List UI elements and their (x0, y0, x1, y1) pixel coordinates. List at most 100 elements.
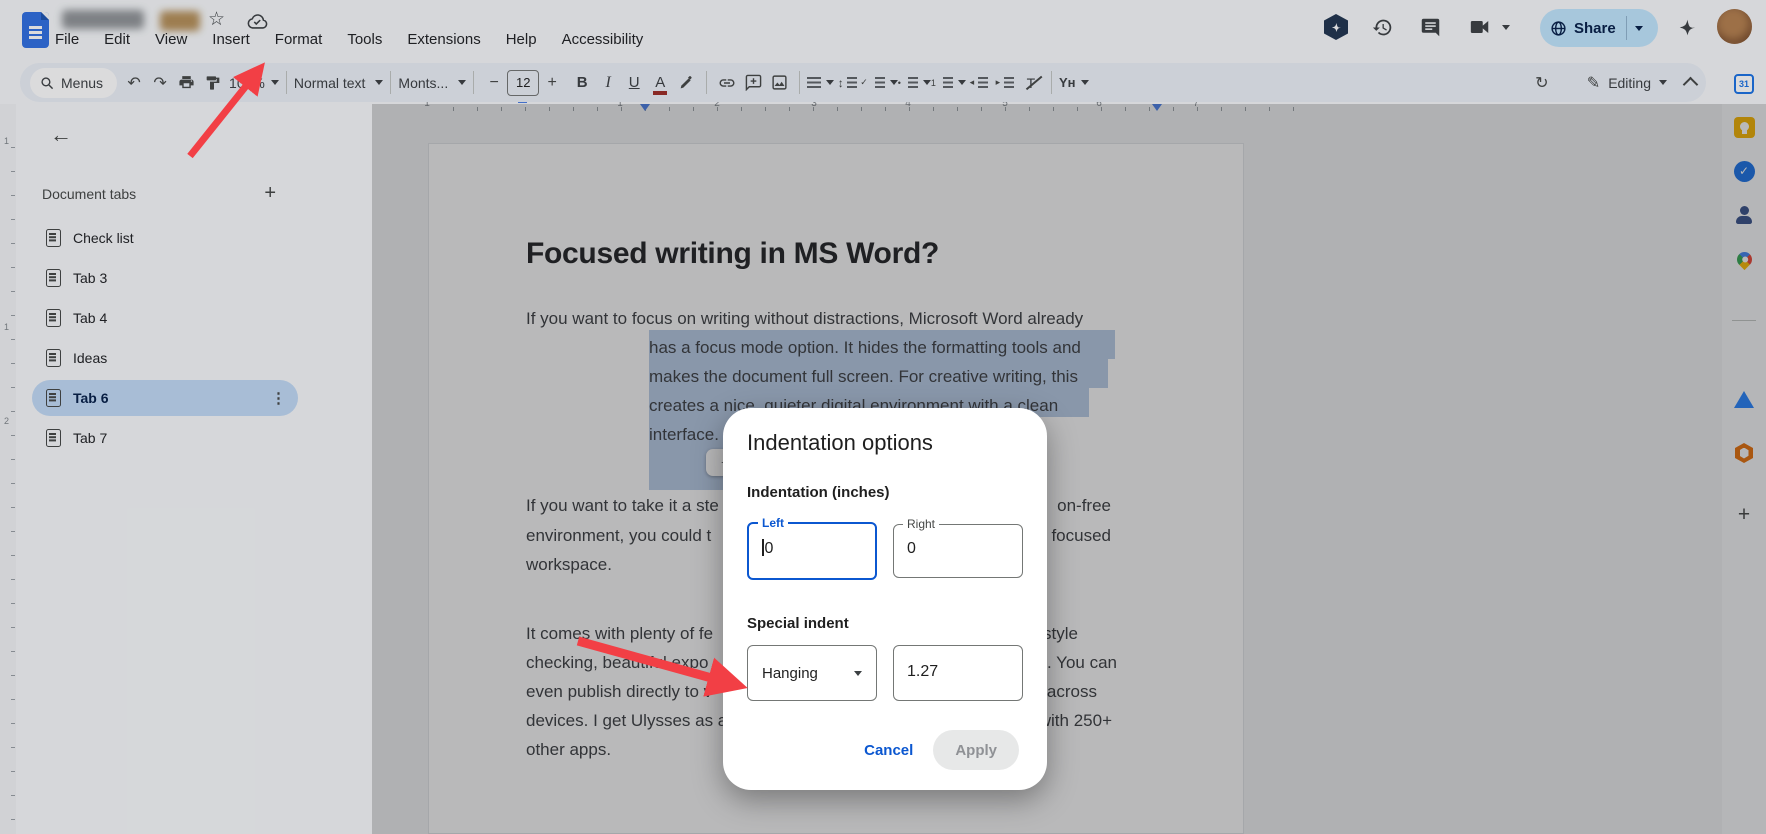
google-docs-app: ☆ File Edit View Insert Format Tools Ext… (0, 0, 1766, 834)
document-title-redacted[interactable] (62, 10, 144, 29)
menu-edit[interactable]: Edit (104, 31, 130, 48)
link-icon (719, 78, 735, 87)
cancel-button[interactable]: Cancel (864, 742, 913, 759)
version-history-icon[interactable] (1369, 14, 1395, 40)
document-heading: Focused writing in MS Word? (526, 237, 939, 270)
rail-divider (1732, 320, 1756, 321)
keep-icon[interactable] (1733, 116, 1755, 138)
doc-text-fragment: across (1046, 682, 1097, 701)
numbered-list-button[interactable]: 1 (931, 69, 966, 97)
editor-canvas: Focused writing in MS Word? If you want … (372, 104, 1722, 834)
cloud-saved-icon[interactable] (246, 13, 268, 30)
collapse-toolbar-chevron[interactable] (1682, 76, 1699, 93)
doc-tab-icon (46, 229, 61, 247)
underline-button[interactable]: U (621, 69, 647, 97)
zoom-chevron (270, 80, 279, 85)
docs-logo-icon[interactable] (22, 12, 49, 48)
doc-text-line: It comes with plenty of fe (526, 624, 714, 643)
sidebar-item-ideas[interactable]: Ideas (32, 340, 298, 376)
indentation-options-dialog: Indentation options Indentation (inches)… (723, 408, 1047, 790)
zoom-select[interactable]: 100% (229, 69, 279, 97)
italic-button[interactable]: I (595, 69, 621, 97)
add-comment-button[interactable] (740, 69, 766, 97)
special-indent-amount-input[interactable]: 1.27 (893, 645, 1023, 701)
redo-button[interactable]: ↷ (147, 69, 173, 97)
sparkle-icon[interactable] (1674, 14, 1700, 40)
gemini-icon[interactable] (1323, 14, 1349, 40)
apply-button-disabled[interactable]: Apply (933, 730, 1019, 770)
atlassian-addon-icon[interactable] (1733, 388, 1755, 410)
share-button[interactable]: Share (1540, 9, 1658, 47)
font-size-input[interactable]: 12 (507, 69, 540, 96)
doc-tab-icon (46, 269, 61, 287)
editing-mode-select[interactable]: ✎ Editing (1587, 73, 1667, 93)
sidebar-item-tab-3[interactable]: Tab 3 (32, 260, 298, 296)
menu-insert[interactable]: Insert (212, 31, 250, 48)
print-button[interactable] (173, 69, 199, 97)
activity-refresh-icon[interactable]: ↻ (1529, 69, 1555, 97)
menu-tools[interactable]: Tools (347, 31, 382, 48)
doc-tab-icon (46, 309, 61, 327)
font-family-select[interactable]: Monts... (398, 69, 467, 97)
bulleted-list-button[interactable]: • (898, 69, 931, 97)
vertical-ruler[interactable]: 1 1 2 (0, 104, 16, 834)
paint-format-button[interactable] (199, 69, 225, 97)
menu-view[interactable]: View (155, 31, 187, 48)
doc-text-line: If you want to take it a ste (526, 496, 719, 515)
right-indent-marker[interactable] (1152, 104, 1162, 111)
add-tab-button[interactable]: + (264, 182, 276, 205)
indent-left-input[interactable]: Left 0 (747, 516, 877, 580)
contacts-icon[interactable] (1733, 204, 1755, 226)
tasks-icon[interactable]: ✓ (1733, 160, 1755, 182)
align-button[interactable] (807, 69, 835, 97)
hexagon-addon-icon[interactable] (1733, 442, 1755, 464)
menu-help[interactable]: Help (506, 31, 537, 48)
meet-dropdown-chevron[interactable] (1502, 25, 1510, 30)
star-icon[interactable]: ☆ (208, 8, 225, 31)
share-dropdown-chevron[interactable] (1634, 25, 1643, 31)
paragraph-style-select[interactable]: Normal text (294, 69, 384, 97)
menu-extensions[interactable]: Extensions (407, 31, 480, 48)
insert-link-button[interactable] (714, 69, 740, 97)
font-size-increase[interactable]: + (539, 69, 565, 97)
menus-search-button[interactable]: Menus (30, 67, 118, 98)
menu-file[interactable]: File (55, 31, 79, 48)
menus-label: Menus (61, 74, 104, 91)
increase-indent-button[interactable]: ▸ (992, 69, 1018, 97)
decrease-indent-button[interactable]: ◂ (966, 69, 992, 97)
undo-button[interactable]: ↶ (121, 69, 147, 97)
indent-right-input[interactable]: Right 0 (893, 517, 1023, 578)
decrease-indent-icon (978, 77, 989, 88)
line-spacing-button[interactable]: ↕ (834, 69, 860, 97)
extension-yh-button[interactable]: Yн (1059, 69, 1090, 97)
checklist-button[interactable]: ✓ (860, 69, 898, 97)
menu-accessibility[interactable]: Accessibility (562, 31, 644, 48)
globe-icon (1551, 20, 1566, 36)
maps-icon[interactable] (1733, 248, 1755, 270)
close-panel-back-arrow[interactable]: ← (50, 122, 72, 148)
doc-text-fragment: style (1043, 624, 1078, 643)
font-size-decrease[interactable]: − (481, 69, 507, 97)
account-avatar[interactable] (1717, 9, 1752, 44)
hanging-indent-marker[interactable] (640, 104, 650, 111)
meet-camera-icon[interactable] (1467, 14, 1493, 40)
menu-format[interactable]: Format (275, 31, 323, 48)
clear-formatting-button[interactable]: T (1018, 69, 1044, 97)
insert-image-button[interactable] (766, 69, 792, 97)
sidebar-item-check-list[interactable]: Check list (32, 220, 298, 256)
sidebar-item-tab-6-selected[interactable]: Tab 6 ⋮ (32, 380, 298, 416)
special-indent-dropdown[interactable]: Hanging (747, 645, 877, 701)
text-color-button[interactable]: A (647, 69, 673, 97)
doc-text-line-selected: makes the document full screen. For crea… (649, 367, 1078, 386)
calendar-icon[interactable]: 31 (1733, 73, 1755, 95)
bold-button[interactable]: B (569, 69, 595, 97)
text-cursor (762, 539, 764, 556)
get-addons-plus-icon[interactable]: + (1733, 503, 1755, 526)
checklist-icon (874, 77, 885, 88)
sidebar-item-tab-4[interactable]: Tab 4 (32, 300, 298, 336)
highlight-color-button[interactable] (673, 69, 699, 97)
tab-options-kebab-icon[interactable]: ⋮ (271, 389, 286, 407)
sidebar-item-tab-7[interactable]: Tab 7 (32, 420, 298, 456)
increase-indent-icon (1004, 77, 1015, 88)
comments-icon[interactable] (1417, 14, 1443, 40)
